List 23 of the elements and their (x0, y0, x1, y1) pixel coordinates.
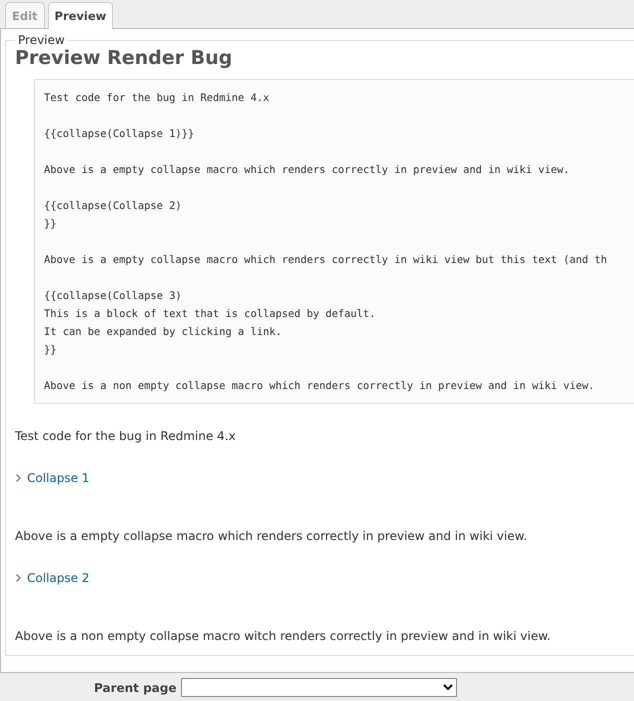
code-line: }} (44, 217, 58, 232)
fieldset-legend: Preview (15, 33, 68, 47)
collapse-link[interactable]: Collapse 2 (27, 571, 90, 585)
code-line: Above is a empty collapse macro which renders correctly in preview and in wiki view. (44, 163, 570, 178)
code-line: {{collapse(Collapse 3) (44, 289, 183, 304)
code-line: Above is a empty collapse macro which renders correctly in wiki view but this text (and th (44, 253, 608, 268)
code-line: This is a block of text that is collapsed by default. (44, 307, 377, 322)
code-line: It can be expanded by clicking a link. (44, 325, 283, 340)
paragraph-text: Above is a empty collapse macro which renders correctly in preview and in wiki view. (15, 529, 528, 543)
page-heading: Preview Render Bug (15, 47, 234, 69)
collapse-link[interactable]: Collapse 1 (27, 471, 90, 485)
code-line: }} (44, 343, 58, 358)
chevron-icon[interactable] (15, 573, 22, 583)
chevron-icon[interactable] (15, 473, 22, 483)
paragraph-text: Above is a non empty collapse macro witch renders correctly in preview and in wiki view. (15, 629, 552, 643)
parent-page-label: Parent page (94, 680, 176, 694)
code-line: Above is a non empty collapse macro which renders correctly in preview and in wiki view. (44, 379, 596, 394)
paragraph-text: Test code for the bug in Redmine 4.x (15, 429, 237, 443)
code-line: {{collapse(Collapse 1)}} (44, 127, 196, 142)
tab[interactable]: Preview (48, 2, 114, 29)
code-line: Test code for the bug in Redmine 4.x (44, 91, 270, 106)
parent-page-select[interactable] (180, 678, 456, 697)
code-line: {{collapse(Collapse 2) (44, 199, 183, 214)
